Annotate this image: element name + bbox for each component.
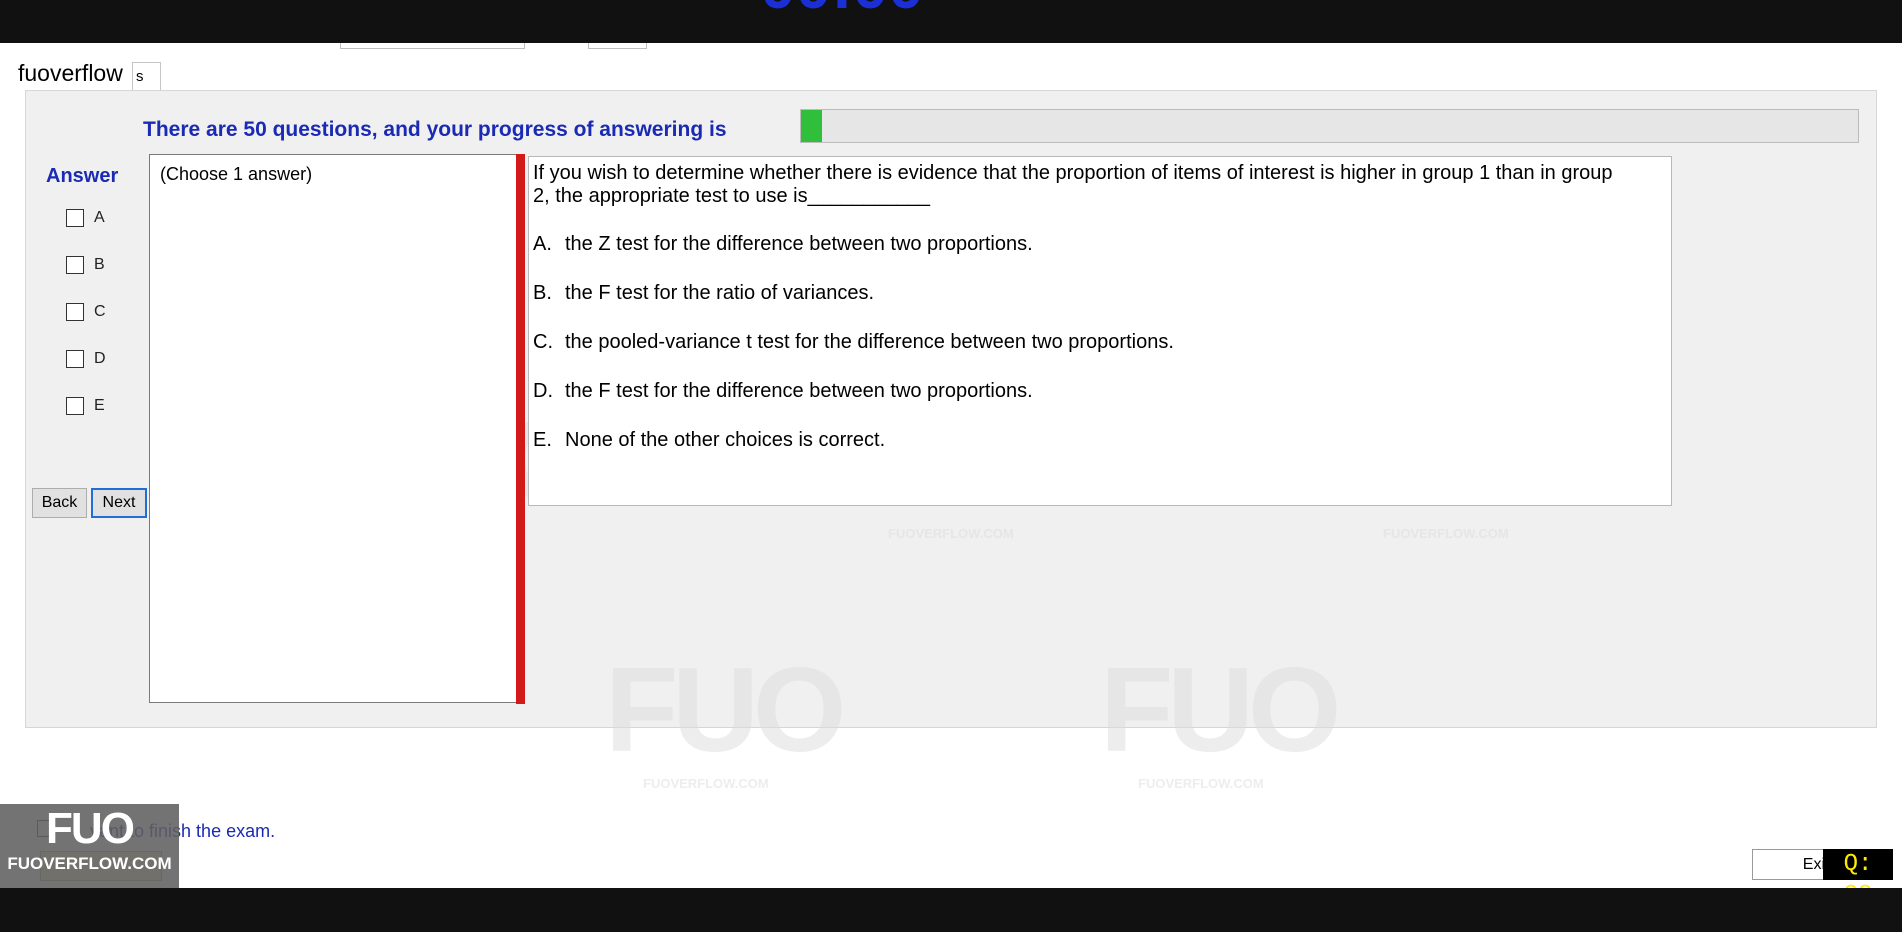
- answer-option-e[interactable]: E: [66, 395, 105, 417]
- bottom-black-bar: [0, 888, 1902, 932]
- checkbox[interactable]: [66, 397, 84, 415]
- answer-option-c[interactable]: C: [66, 301, 106, 323]
- progress-bar: [800, 109, 1859, 143]
- choice-b: B. the F test for the ratio of variances.: [533, 282, 875, 304]
- question-text: If you wish to determine whether there i…: [533, 162, 1613, 207]
- countdown-timer: 00:00: [760, 0, 970, 48]
- progress-fill: [801, 110, 823, 142]
- choice-c: C. the pooled-variance t test for the dif…: [533, 331, 1174, 353]
- checkbox[interactable]: [66, 303, 84, 321]
- brand-logo: FUO FUOVERFLOW.COM: [0, 804, 179, 888]
- clipped-field[interactable]: [588, 43, 647, 49]
- choice-d: D. the F test for the difference between …: [533, 380, 1033, 402]
- progress-label: There are 50 questions, and your progres…: [143, 118, 727, 141]
- watermark: FUOFUOVERFLOW.COM: [605, 643, 846, 791]
- site-label: fuoverflow: [18, 60, 123, 86]
- answer-option-d[interactable]: D: [66, 348, 106, 370]
- choice-a: A. the Z test for the difference between …: [533, 233, 1033, 255]
- checkbox[interactable]: [66, 209, 84, 227]
- exit-button[interactable]: Exi: [1752, 849, 1832, 880]
- choice-e: E. None of the other choices is correct.: [533, 429, 886, 451]
- next-button[interactable]: Next: [91, 488, 147, 518]
- splitter-bar[interactable]: [516, 154, 525, 704]
- clipped-dropdown[interactable]: [340, 43, 525, 49]
- checkbox[interactable]: [66, 256, 84, 274]
- tab-clipped[interactable]: s: [132, 62, 161, 90]
- answer-title: Answer: [46, 165, 119, 187]
- checkbox[interactable]: [66, 350, 84, 368]
- answer-option-a[interactable]: A: [66, 207, 105, 229]
- watermark: FUOFUOVERFLOW.COM: [1100, 643, 1341, 791]
- choose-hint: (Choose 1 answer): [160, 164, 313, 184]
- answer-option-b[interactable]: B: [66, 254, 105, 276]
- back-button[interactable]: Back: [32, 488, 87, 518]
- question-counter: Q: 38: [1823, 849, 1893, 909]
- choose-hint-box: [149, 154, 517, 703]
